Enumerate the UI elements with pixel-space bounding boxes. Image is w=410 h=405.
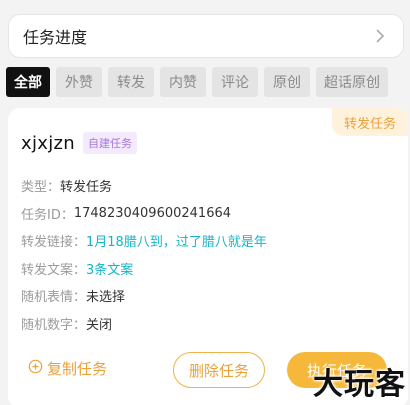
task-type-badge: 转发任务 [331,108,408,136]
detail-label: 类型： [21,180,61,196]
detail-label: 任务ID： [21,207,74,223]
repost-copy-link[interactable]: 3条文案 [86,259,133,278]
task-progress-header[interactable]: 任务进度 [8,14,404,58]
tab-outer-like[interactable]: 外赞 [56,67,102,97]
task-name-row: xjxjzn 自建任务 [21,132,137,154]
tab-repost[interactable]: 转发 [108,67,154,97]
task-name: xjxjzn [21,132,75,154]
detail-row-task-id: 任务ID： 1748230409600241664 [21,200,267,228]
watermark-logo: 大玩客 [313,367,406,402]
detail-row-random-emoji: 随机表情： 未选择 [21,282,267,310]
self-created-badge: 自建任务 [82,132,137,154]
detail-row-repost-copy: 转发文案： 3条文案 [21,255,267,283]
detail-row-type: 类型： 转发任务 [21,172,267,200]
detail-value: 转发任务 [60,180,113,196]
tab-original[interactable]: 原创 [264,67,310,97]
tab-topic-original[interactable]: 超话原创 [316,67,388,97]
task-details: 类型： 转发任务 任务ID： 1748230409600241664 转发链接：… [21,172,267,337]
detail-label: 转发链接： [21,235,87,251]
detail-row-random-number: 随机数字： 关闭 [21,310,267,338]
detail-label: 随机数字： [21,317,87,333]
detail-label: 转发文案： [21,262,87,278]
detail-label: 随机表情： [21,290,87,306]
copy-task-button[interactable]: 复制任务 [28,358,107,379]
detail-row-repost-link: 转发链接： 1月18腊八到，过了腊八就是年 [21,227,267,255]
detail-value: 未选择 [86,290,126,306]
tab-comment[interactable]: 评论 [212,67,258,97]
detail-value: 关闭 [86,317,113,333]
tab-all[interactable]: 全部 [6,67,50,97]
chevron-right-icon[interactable] [371,27,389,45]
detail-value: 1748230409600241664 [73,205,232,221]
delete-task-button[interactable]: 删除任务 [173,352,265,388]
page-title: 任务进度 [23,28,88,47]
tab-inner-like[interactable]: 内赞 [160,67,206,97]
filter-tabs: 全部 外赞 转发 内赞 评论 原创 超话原创 [6,67,388,99]
copy-task-label: 复制任务 [47,360,108,378]
repost-link[interactable]: 1月18腊八到，过了腊八就是年 [86,231,267,250]
plus-circle-icon [28,359,43,378]
